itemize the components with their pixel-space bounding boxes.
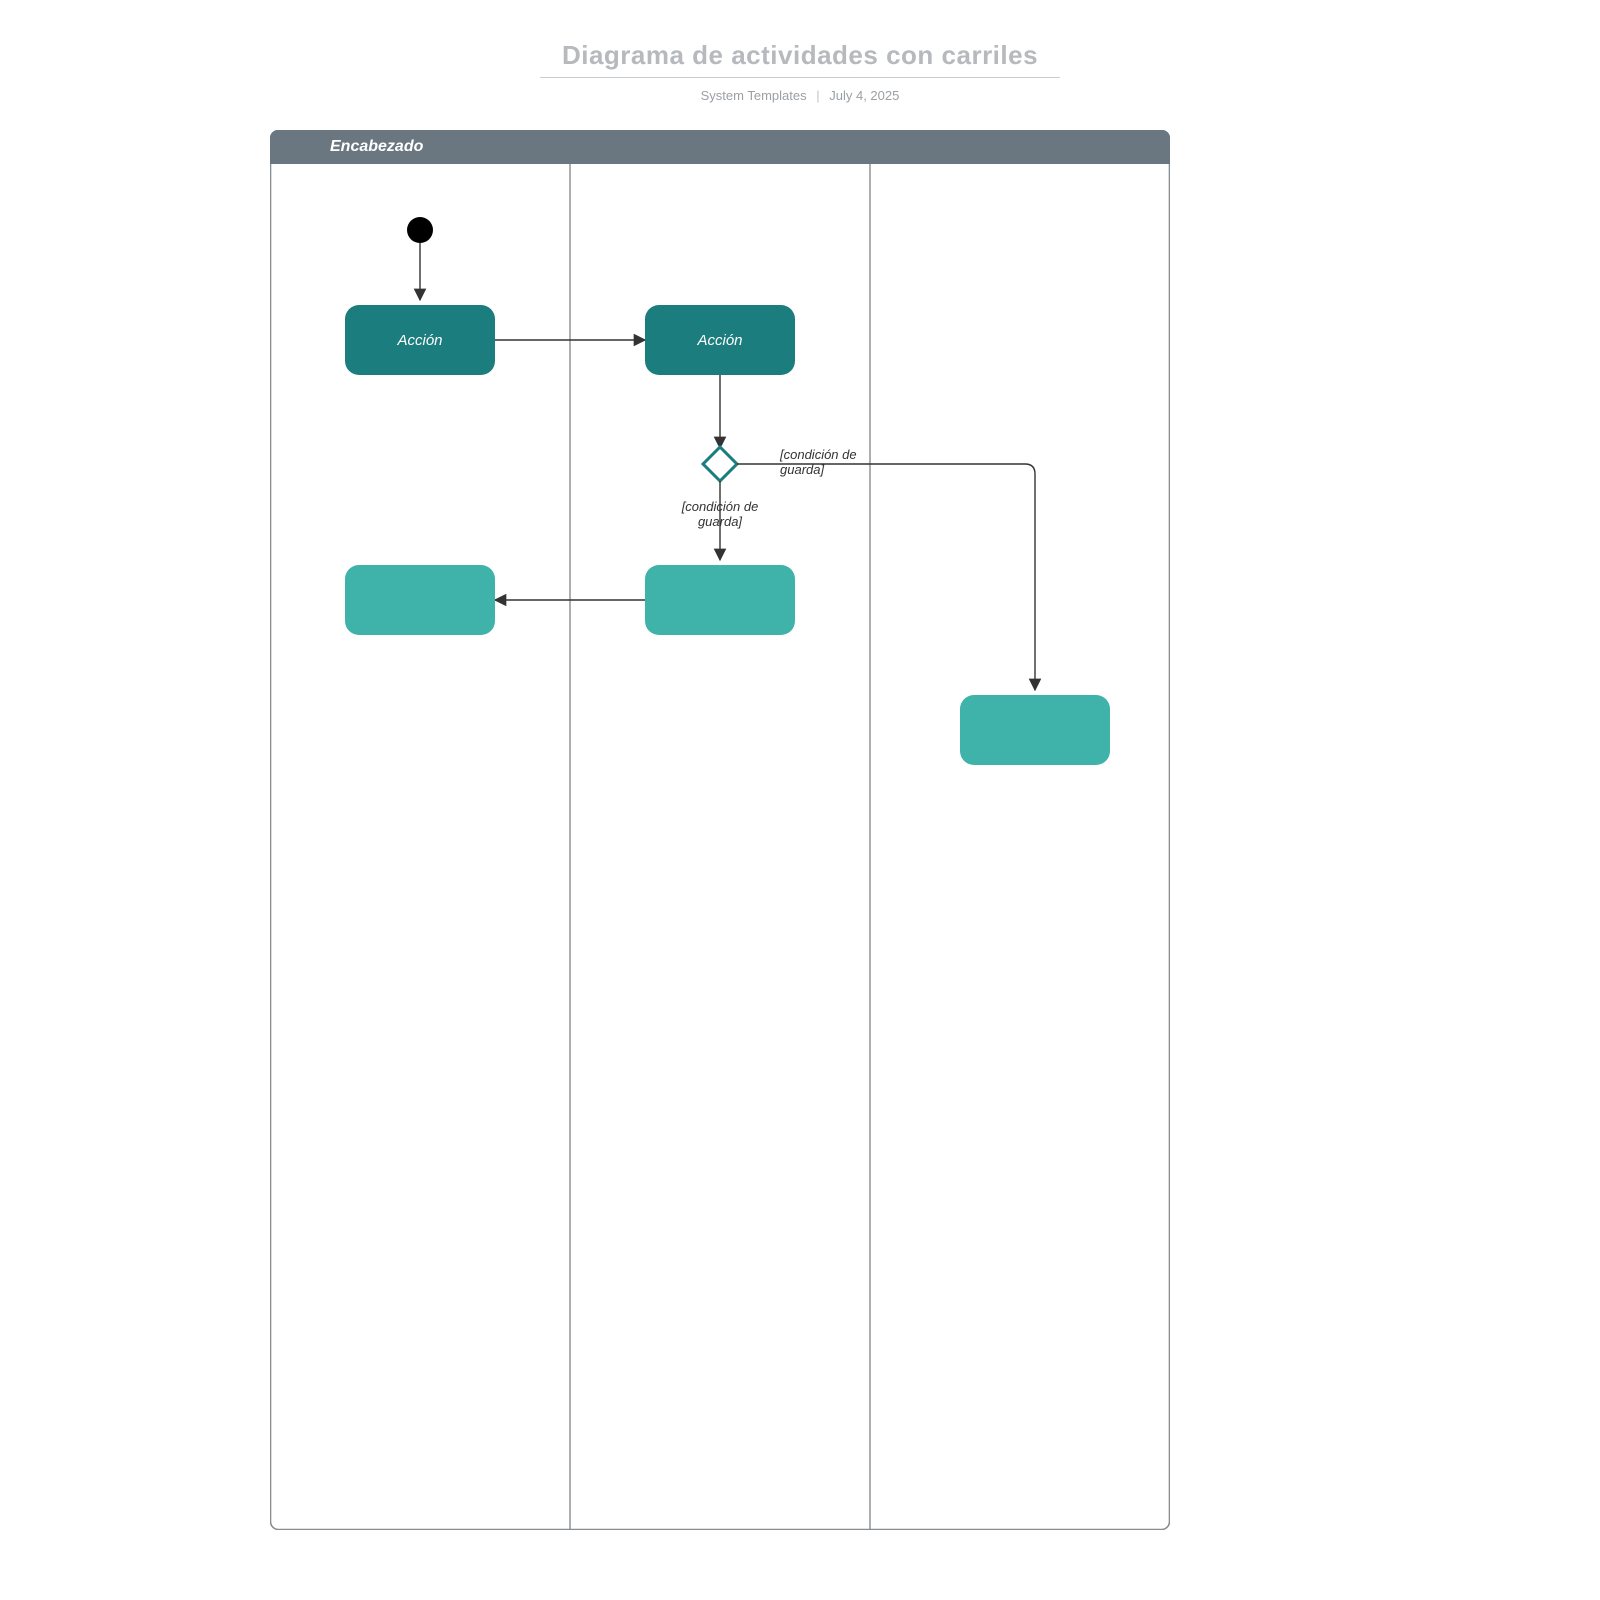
action-node-1[interactable]: Acción — [345, 305, 495, 375]
title-block: Diagrama de actividades con carriles Sys… — [0, 40, 1600, 103]
action-node-1-label: Acción — [397, 332, 442, 349]
action-node-4[interactable] — [345, 565, 495, 635]
diagram-page: Diagrama de actividades con carriles Sys… — [0, 0, 1600, 1600]
subtitle-separator: | — [816, 88, 819, 103]
swimlane-header: Encabezado — [270, 130, 1170, 164]
diagram-canvas[interactable]: Encabezado Acción Acción [condición de g… — [270, 130, 1170, 1530]
action-node-2[interactable]: Acción — [645, 305, 795, 375]
subtitle-date: July 4, 2025 — [829, 88, 899, 103]
action-node-5[interactable] — [960, 695, 1110, 765]
decision-node[interactable] — [703, 447, 737, 481]
guard-label-down: [condición de guarda] — [670, 500, 770, 530]
initial-node[interactable] — [407, 217, 433, 243]
action-node-2-label: Acción — [697, 332, 742, 349]
diagram-title: Diagrama de actividades con carriles — [552, 40, 1048, 77]
swimlane-header-label: Encabezado — [270, 138, 423, 156]
action-node-3[interactable] — [645, 565, 795, 635]
diagram-subtitle: System Templates | July 4, 2025 — [0, 88, 1600, 103]
guard-label-right: [condición de guarda] — [780, 448, 890, 478]
title-underline — [540, 77, 1060, 78]
subtitle-author: System Templates — [701, 88, 807, 103]
